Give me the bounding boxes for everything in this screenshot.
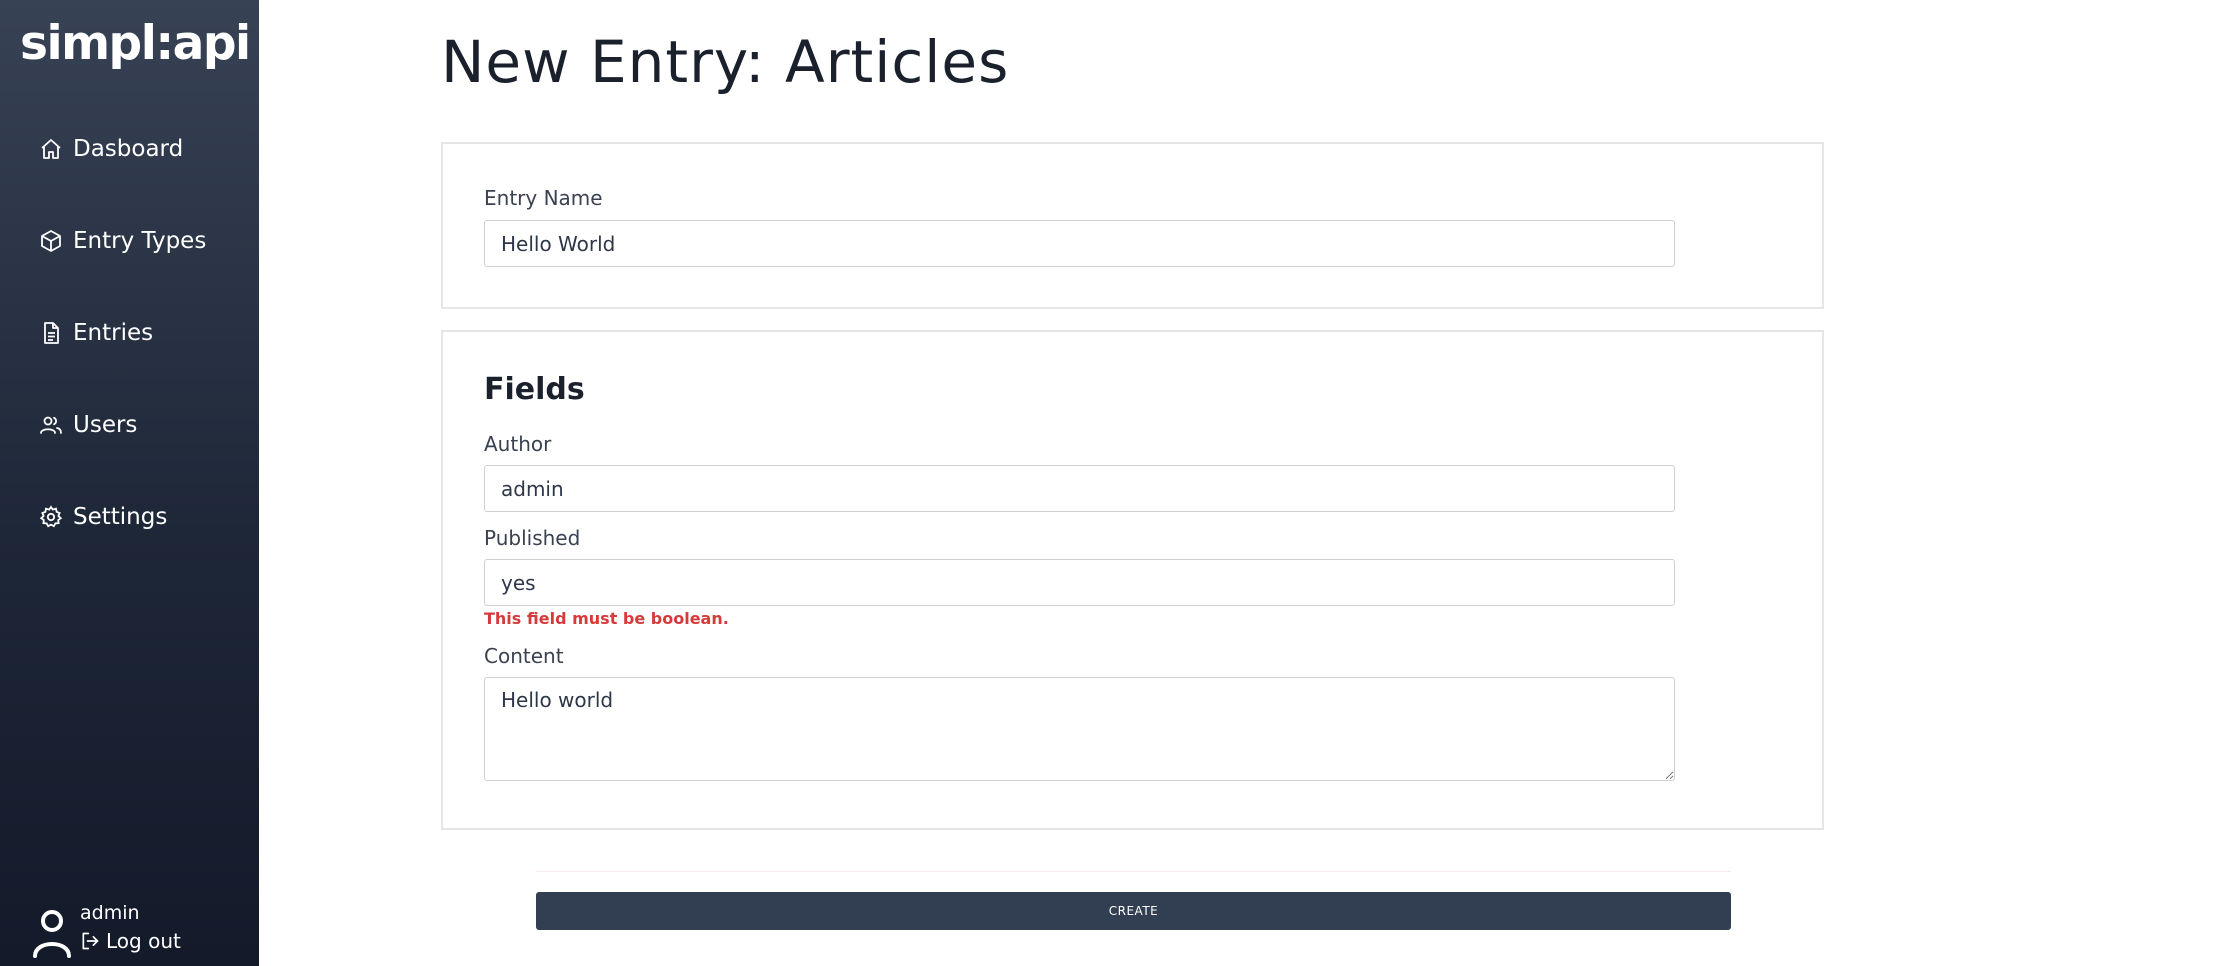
fields-card: Fields Author Published This field must … [441,330,1824,830]
content-textarea[interactable]: Hello world [484,677,1675,781]
sidebar: simpl:api Dasboard Entry Types Entries U… [0,0,259,966]
sidebar-item-entry-types[interactable]: Entry Types [39,228,206,254]
brand-logo[interactable]: simpl:api [20,16,251,71]
entry-name-label: Entry Name [484,186,603,210]
logout-icon [82,932,99,950]
entry-card: Entry Name [441,142,1824,309]
published-input[interactable] [484,559,1675,606]
entry-name-input[interactable] [484,220,1675,267]
sidebar-item-label: Entry Types [73,228,207,254]
fields-heading: Fields [484,372,585,407]
page-title: New Entry: Articles [441,28,1010,96]
sidebar-item-users[interactable]: Users [39,412,137,438]
main-content: New Entry: Articles Entry Name Fields Au… [259,0,2216,966]
cube-icon [39,229,63,253]
sidebar-item-label: Settings [73,504,168,530]
author-input[interactable] [484,465,1675,512]
sidebar-item-label: Users [73,412,138,438]
logout-button[interactable]: Log out [80,926,181,956]
published-label: Published [484,526,581,550]
sidebar-item-label: Entries [73,320,154,346]
sidebar-item-settings[interactable]: Settings [39,504,167,530]
user-avatar-icon [32,908,72,958]
document-icon [39,321,63,345]
home-icon [39,137,63,161]
users-icon [39,413,63,437]
logout-label: Log out [106,929,181,953]
content-label: Content [484,644,564,668]
sidebar-item-label: Dasboard [73,136,184,162]
author-label: Author [484,432,552,456]
published-error-message: This field must be boolean. [484,609,729,628]
create-button[interactable]: CREATE [536,892,1731,930]
sidebar-item-dashboard[interactable]: Dasboard [39,136,183,162]
user-name: admin [80,902,140,924]
sidebar-item-entries[interactable]: Entries [39,320,153,346]
divider [536,871,1731,872]
user-panel: admin Log out [32,900,181,958]
gear-icon [39,505,63,529]
